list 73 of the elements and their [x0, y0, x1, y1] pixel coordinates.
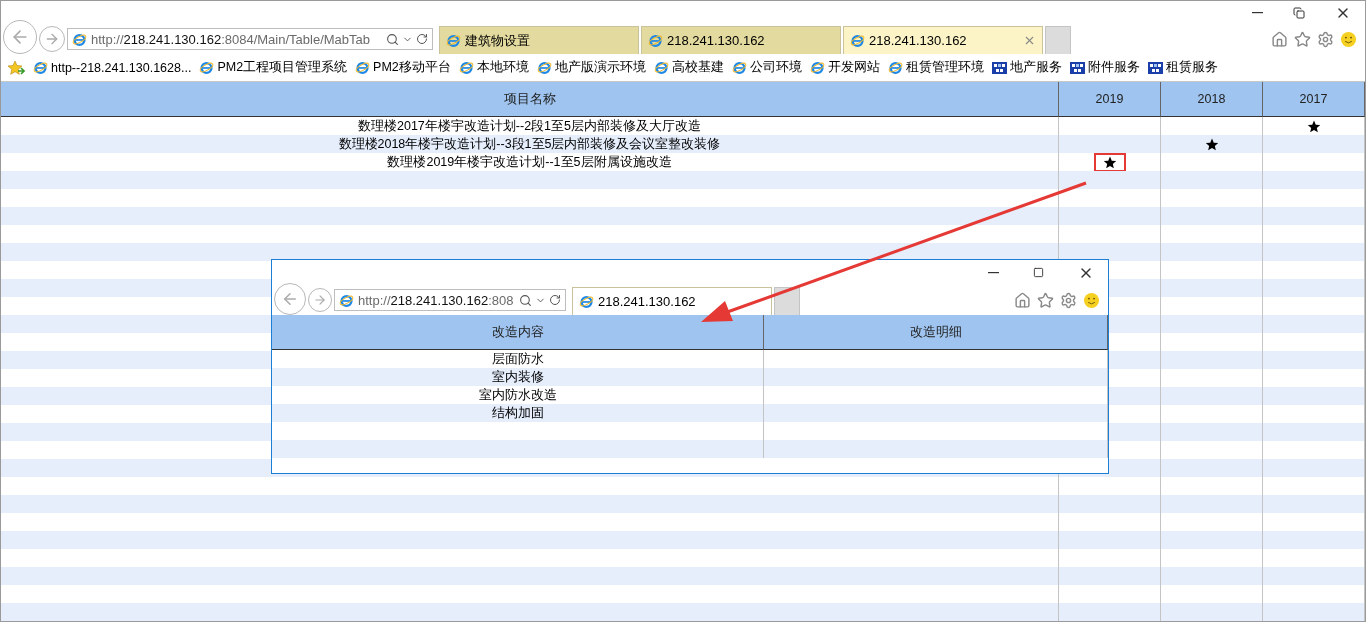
smiley-icon[interactable]: [1083, 292, 1100, 309]
favorite-link[interactable]: 地产服务: [991, 59, 1062, 77]
browser-logo-icon: [458, 60, 474, 76]
settings-icon[interactable]: [1317, 31, 1334, 49]
column-header: 2017: [1263, 82, 1365, 117]
restore-button[interactable]: [1293, 6, 1305, 19]
browser-tab[interactable]: 218.241.130.162: [572, 287, 772, 315]
browser-logo-icon: [72, 31, 87, 47]
favorite-link[interactable]: 高校基建: [653, 59, 724, 77]
favorite-link[interactable]: PM2工程项目管理系统: [199, 59, 348, 77]
minimize-button[interactable]: [1252, 11, 1263, 14]
browser-logo-icon: [339, 292, 354, 308]
favorite-link[interactable]: PM2移动平台: [355, 59, 451, 77]
url-text: http://218.241.130.162:808: [358, 292, 514, 308]
favorite-link[interactable]: http--218.241.130.1628...: [33, 60, 192, 76]
browser-logo-icon: [579, 294, 594, 309]
maximize-button[interactable]: [1033, 267, 1044, 278]
minimize-button[interactable]: [988, 271, 999, 274]
favorite-link[interactable]: 公司环境: [731, 59, 802, 77]
maximize-icon: [1033, 267, 1044, 278]
browser-tab[interactable]: 218.241.130.162: [843, 26, 1043, 55]
column-header: 项目名称: [1, 82, 1059, 117]
browser-logo-icon: [33, 60, 48, 76]
favorite-link[interactable]: 地产版演示环境: [536, 59, 646, 77]
home-icon[interactable]: [1271, 31, 1288, 49]
favorites-star-icon[interactable]: [1037, 292, 1054, 309]
minimize-icon: [1252, 11, 1263, 14]
favorite-link[interactable]: 附件服务: [1069, 59, 1140, 77]
project-name-cell: 数理楼2018年楼宇改造计划--3段1至5层内部装修及会议室整改装修: [1, 135, 1059, 153]
forward-arrow-icon: [313, 293, 327, 307]
home-icon[interactable]: [1014, 292, 1031, 309]
browser-logo-icon: [355, 60, 371, 76]
settings-icon[interactable]: [1060, 292, 1077, 309]
search-icon[interactable]: [519, 293, 532, 307]
browser-logo-icon: [887, 60, 903, 76]
browser-logo-icon: [648, 33, 663, 49]
address-field[interactable]: http://218.241.130.162:8084/Main/Table/MabTab: [67, 28, 433, 51]
smiley-icon[interactable]: [1340, 31, 1357, 49]
restore-icon: [1293, 6, 1305, 19]
back-button[interactable]: [3, 20, 37, 55]
refresh-icon[interactable]: [549, 294, 561, 306]
browser-logo-icon: [731, 60, 747, 76]
minimize-icon: [988, 271, 999, 274]
browser-logo-icon: [809, 60, 825, 76]
favorite-link[interactable]: 本地环境: [458, 59, 529, 77]
favorite-link[interactable]: 租赁管理环境: [887, 59, 984, 77]
browser-logo-icon: [653, 60, 669, 76]
url-text: http://218.241.130.162:8084/Main/Table/MabTab: [91, 31, 370, 47]
back-button[interactable]: [274, 283, 306, 315]
favorites-star-icon[interactable]: [1294, 31, 1311, 49]
renovation-item-cell: 结构加固: [272, 404, 764, 422]
add-favorite-icon[interactable]: [7, 59, 25, 76]
browser-tab[interactable]: 218.241.130.162: [641, 26, 841, 55]
address-field[interactable]: http://218.241.130.162:808: [334, 289, 566, 311]
app-icon: [1069, 60, 1085, 75]
favorite-link[interactable]: 租赁服务: [1147, 59, 1218, 77]
search-icon[interactable]: [386, 32, 399, 46]
browser-tab[interactable]: 建筑物设置: [439, 26, 639, 55]
browser-logo-icon: [199, 60, 215, 76]
browser-logo-icon: [850, 33, 865, 49]
browser-logo-icon: [536, 60, 552, 76]
app-icon: [991, 60, 1007, 75]
refresh-icon[interactable]: [416, 33, 428, 46]
app-icon: [1147, 60, 1163, 75]
browser-logo-icon: [446, 33, 461, 49]
column-header: 2018: [1161, 82, 1263, 117]
column-header: 改造内容: [272, 315, 764, 350]
forward-button[interactable]: [308, 288, 332, 312]
forward-button[interactable]: [39, 26, 65, 53]
renovation-item-cell: 室内装修: [272, 368, 764, 386]
column-header: 改造明细: [764, 315, 1108, 350]
column-header: 2019: [1059, 82, 1161, 117]
favorite-link[interactable]: 开发网站: [809, 59, 880, 77]
